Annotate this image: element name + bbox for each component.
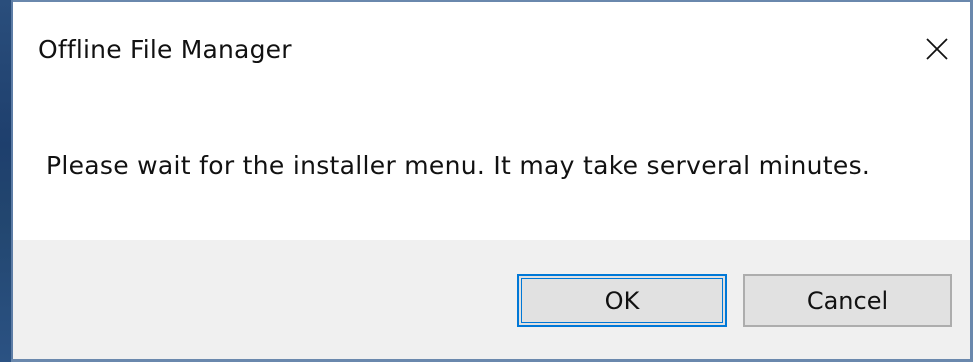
close-icon bbox=[926, 38, 948, 60]
ok-button[interactable]: OK bbox=[517, 274, 727, 327]
window-title: Offline File Manager bbox=[38, 35, 292, 64]
cancel-button[interactable]: Cancel bbox=[743, 274, 952, 327]
message-area: Please wait for the installer menu. It m… bbox=[13, 94, 970, 240]
close-button[interactable] bbox=[908, 24, 966, 74]
cancel-button-label: Cancel bbox=[806, 286, 889, 315]
dialog-window: Offline File Manager Please wait for the… bbox=[0, 0, 973, 362]
dialog-message: Please wait for the installer menu. It m… bbox=[46, 151, 871, 180]
button-bar: OK Cancel bbox=[13, 240, 970, 359]
ok-button-label: OK bbox=[604, 286, 640, 315]
background-window-edge bbox=[0, 0, 11, 362]
title-bar[interactable]: Offline File Manager bbox=[13, 2, 970, 94]
